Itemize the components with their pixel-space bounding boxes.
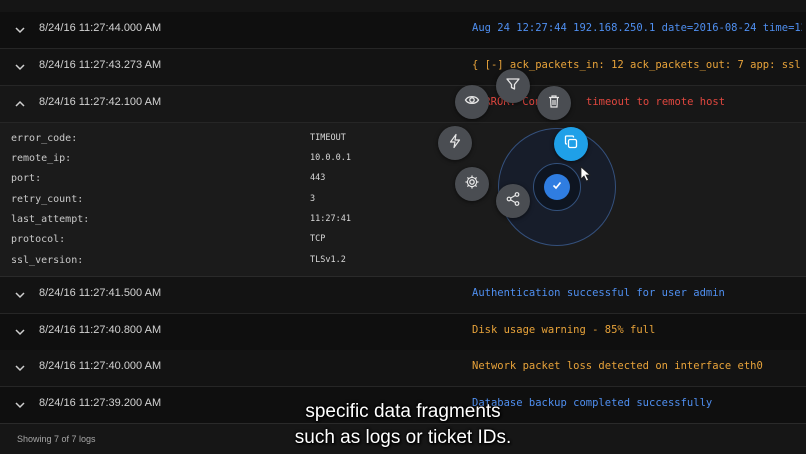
log-timestamp: 8/24/16 11:27:44.000 AM bbox=[39, 22, 162, 34]
copy-icon bbox=[563, 134, 579, 155]
quick-action-button[interactable] bbox=[438, 126, 472, 160]
detail-key: port: bbox=[11, 173, 42, 184]
log-row[interactable]: 8/24/16 11:27:43.273 AM { [-] ack_packet… bbox=[0, 49, 806, 86]
detail-key: retry_count: bbox=[11, 194, 84, 205]
log-message: Disk usage warning - 85% full bbox=[472, 324, 656, 336]
detail-key: error_code: bbox=[11, 133, 78, 144]
detail-value: 3 bbox=[310, 194, 316, 204]
detail-value: 11:27:41 bbox=[310, 214, 351, 224]
eye-icon bbox=[464, 92, 480, 113]
log-message: timeout to remote host bbox=[586, 96, 726, 108]
lightning-icon bbox=[447, 133, 463, 154]
log-row[interactable]: 8/24/16 11:27:40.000 AM Network packet l… bbox=[0, 350, 806, 387]
log-timestamp: 8/24/16 11:27:43.273 AM bbox=[39, 59, 162, 71]
caption-line-2: such as logs or ticket IDs. bbox=[294, 427, 512, 448]
detail-value: TIMEOUT bbox=[310, 133, 346, 143]
chevron-up-icon[interactable] bbox=[14, 98, 26, 110]
log-timestamp: 8/24/16 11:27:41.500 AM bbox=[39, 287, 162, 299]
log-row[interactable]: 8/24/16 11:27:41.500 AM Authentication s… bbox=[0, 277, 806, 314]
log-message: Network packet loss detected on interfac… bbox=[472, 360, 763, 372]
log-timestamp: 8/24/16 11:27:40.800 AM bbox=[39, 324, 162, 336]
detail-value: 10.0.0.1 bbox=[310, 153, 351, 163]
log-timestamp: 8/24/16 11:27:40.000 AM bbox=[39, 360, 162, 372]
chevron-down-icon[interactable] bbox=[14, 326, 26, 338]
detail-key: remote_ip: bbox=[11, 153, 72, 164]
gear-icon bbox=[464, 174, 480, 195]
detail-key: last_attempt: bbox=[11, 214, 90, 225]
caption-line-1: specific data fragments bbox=[305, 401, 501, 422]
log-timestamp: 8/24/16 11:27:42.100 AM bbox=[39, 96, 162, 108]
detail-value: TCP bbox=[310, 234, 326, 244]
chevron-down-icon[interactable] bbox=[14, 289, 26, 301]
confirm-button[interactable] bbox=[544, 174, 570, 200]
trash-icon bbox=[546, 93, 562, 114]
log-row-expanded[interactable]: 8/24/16 11:27:42.100 AM ERROR: Conne tim… bbox=[0, 86, 806, 123]
check-icon bbox=[551, 178, 563, 196]
chevron-down-icon[interactable] bbox=[14, 362, 26, 374]
log-message: Authentication successful for user admin bbox=[472, 287, 725, 299]
log-message: { [-] ack_packets_in: 12 ack_packets_out… bbox=[472, 59, 802, 71]
log-details-panel: error_code: TIMEOUT remote_ip: 10.0.0.1 … bbox=[0, 123, 806, 277]
detail-key: protocol: bbox=[11, 234, 66, 245]
share-icon bbox=[505, 191, 521, 212]
filter-button[interactable] bbox=[496, 69, 530, 103]
share-button[interactable] bbox=[496, 184, 530, 218]
detail-value: TLSv1.2 bbox=[310, 255, 346, 265]
log-row[interactable]: 8/24/16 11:27:40.800 AM Disk usage warni… bbox=[0, 314, 806, 351]
view-button[interactable] bbox=[455, 85, 489, 119]
chevron-down-icon[interactable] bbox=[14, 24, 26, 36]
filter-icon bbox=[505, 76, 521, 97]
log-message: Aug 24 12:27:44 192.168.250.1 date=2016-… bbox=[472, 22, 802, 34]
detail-value: 443 bbox=[310, 173, 326, 183]
copy-button[interactable] bbox=[554, 127, 588, 161]
mouse-cursor-icon bbox=[580, 166, 592, 187]
detail-key: ssl_version: bbox=[11, 255, 84, 266]
delete-button[interactable] bbox=[537, 86, 571, 120]
settings-button[interactable] bbox=[455, 167, 489, 201]
log-row[interactable]: 8/24/16 11:27:44.000 AM Aug 24 12:27:44 … bbox=[0, 12, 806, 49]
chevron-down-icon[interactable] bbox=[14, 61, 26, 73]
